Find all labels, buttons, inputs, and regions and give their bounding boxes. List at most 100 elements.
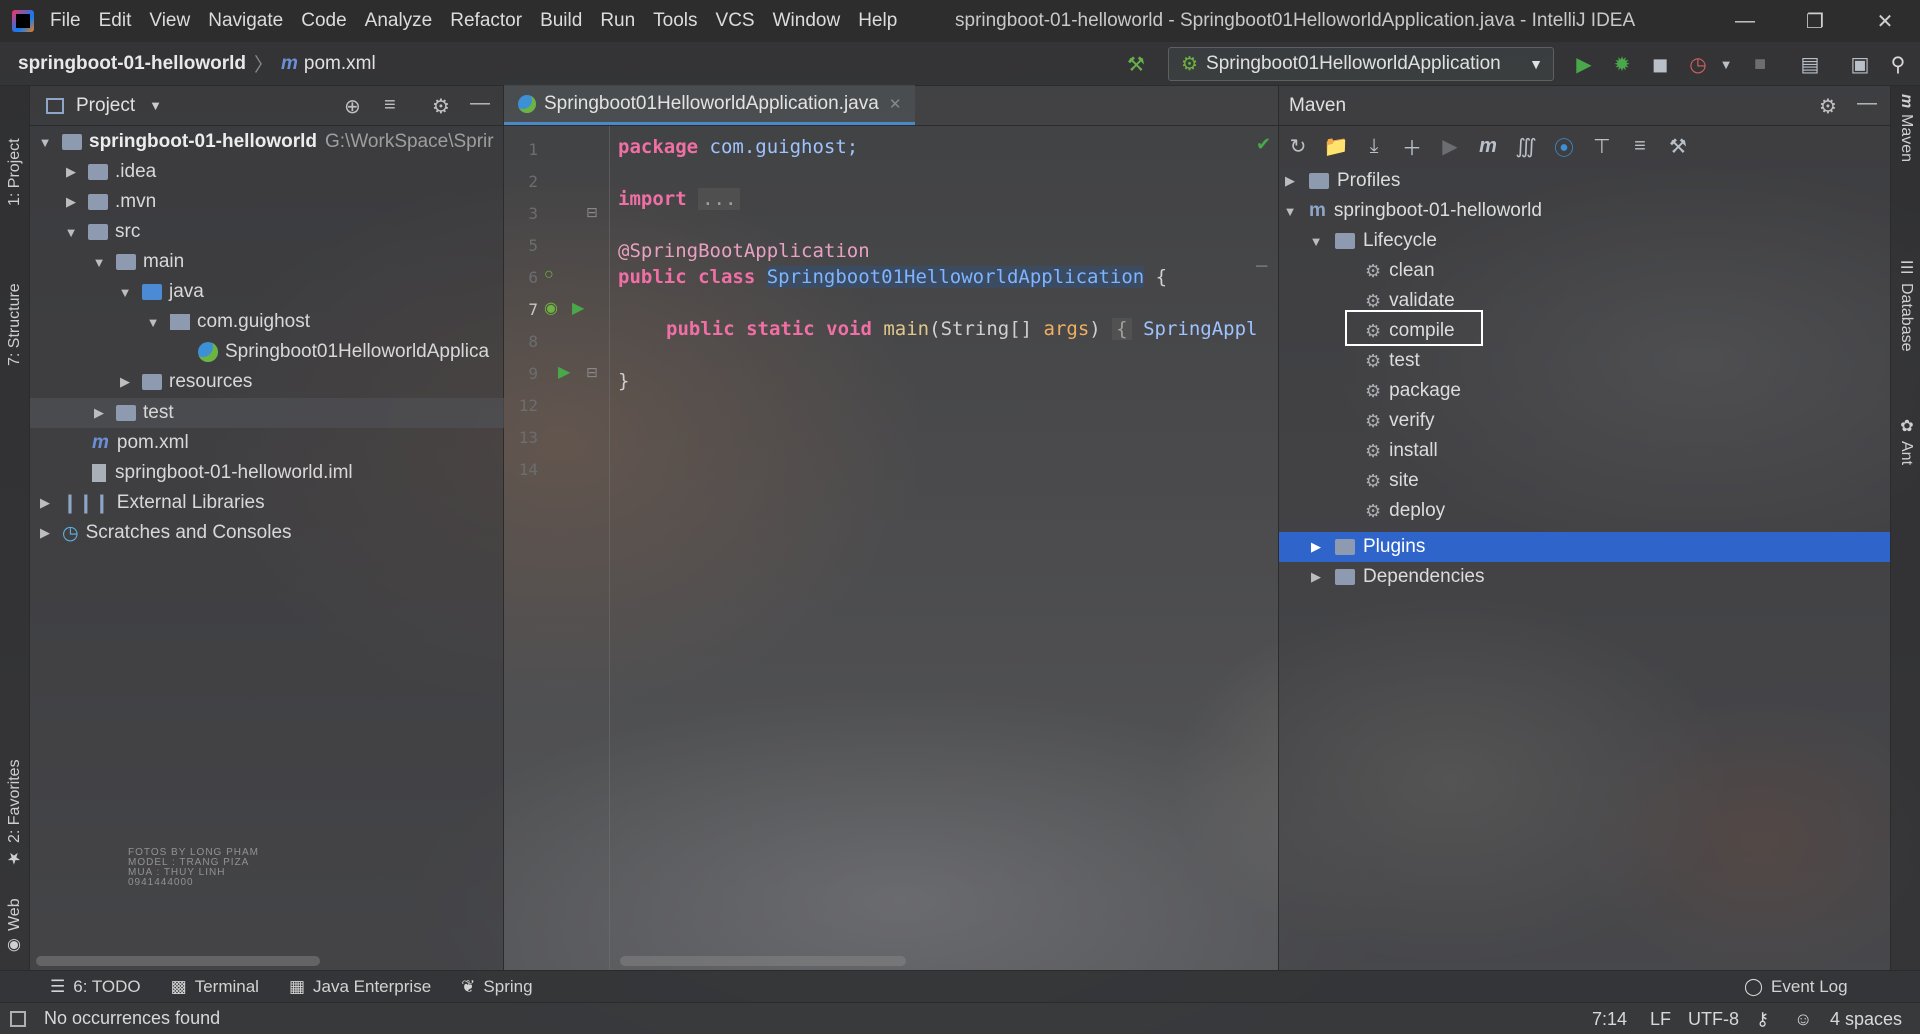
- menu-file[interactable]: File: [50, 10, 81, 32]
- close-tab-icon[interactable]: ✕: [889, 95, 902, 113]
- maven-goal-verify[interactable]: ⚙ verify: [1365, 406, 1435, 436]
- expand-arrow-icon[interactable]: ▼: [38, 135, 52, 150]
- fold-icon[interactable]: ⊟: [586, 364, 598, 381]
- maven-tree-dependencies[interactable]: ▶ Dependencies: [1309, 562, 1484, 592]
- menu-help[interactable]: Help: [858, 10, 897, 32]
- tab-ant[interactable]: ✿ Ant: [1894, 416, 1918, 486]
- tree-item-scratches[interactable]: ▶ ◷ Scratches and Consoles: [38, 518, 292, 548]
- expand-arrow-icon[interactable]: ▶: [38, 495, 52, 511]
- run-maven-build-icon[interactable]: ▶: [1431, 130, 1469, 162]
- tab-web[interactable]: ◉ Web: [3, 886, 27, 956]
- expand-arrow-icon[interactable]: ▼: [1283, 204, 1297, 219]
- code-line-6[interactable]: @SpringBootApplication: [618, 240, 870, 262]
- fold-icon[interactable]: ⊟: [586, 204, 598, 221]
- maven-goal-test[interactable]: ⚙ test: [1365, 346, 1420, 376]
- menu-run[interactable]: Run: [600, 10, 635, 32]
- coverage-icon[interactable]: ◼: [1646, 50, 1674, 78]
- terminal-window-icon[interactable]: ▣: [1846, 50, 1874, 78]
- hide-panel-icon[interactable]: —: [470, 92, 490, 115]
- editor-tab-application[interactable]: Springboot01HelloworldApplication.java ✕: [504, 85, 916, 125]
- gear-icon[interactable]: ⚙: [1819, 94, 1837, 119]
- code-line-3[interactable]: import ...: [618, 188, 741, 210]
- menu-code[interactable]: Code: [301, 10, 346, 32]
- lock-icon[interactable]: ⚷: [1756, 1003, 1769, 1034]
- tree-item-src[interactable]: ▼ src: [64, 217, 141, 247]
- expand-arrow-icon[interactable]: ▶: [1309, 569, 1323, 585]
- tree-item-pom[interactable]: m pom.xml: [92, 428, 189, 458]
- close-icon[interactable]: ✕: [1850, 0, 1920, 42]
- menu-build[interactable]: Build: [540, 10, 582, 32]
- tool-terminal[interactable]: ▩ Terminal: [171, 977, 259, 997]
- tool-todo[interactable]: ☰ 6: TODO: [50, 977, 141, 997]
- project-horizontal-scrollbar[interactable]: [36, 956, 320, 966]
- maven-goal-site[interactable]: ⚙ site: [1365, 466, 1419, 496]
- expand-arrow-icon[interactable]: ▼: [146, 315, 160, 330]
- tree-item-package[interactable]: ▼ com.guighost: [146, 307, 310, 337]
- tool-event-log[interactable]: ◯ Event Log: [1744, 977, 1848, 997]
- wrench-icon[interactable]: ⚒: [1659, 130, 1697, 162]
- project-view-title[interactable]: Project: [76, 95, 135, 117]
- menu-vcs[interactable]: VCS: [716, 10, 755, 32]
- expand-arrow-icon[interactable]: ▼: [1309, 234, 1323, 249]
- line-separator[interactable]: LF: [1650, 1003, 1671, 1034]
- tree-item-test[interactable]: ▶ test: [92, 398, 174, 428]
- execute-maven-goal-icon[interactable]: m: [1469, 130, 1507, 162]
- expand-arrow-icon[interactable]: ▶: [1283, 173, 1297, 189]
- generate-sources-icon[interactable]: 📁: [1317, 130, 1355, 162]
- tab-project[interactable]: 1: Project: [3, 96, 27, 206]
- expand-arrow-icon[interactable]: ▼: [64, 225, 78, 240]
- tab-database[interactable]: ☰ Database: [1894, 258, 1918, 378]
- tool-windows-toggle-icon[interactable]: [10, 1010, 26, 1027]
- expand-arrow-icon[interactable]: ▼: [92, 255, 106, 270]
- maven-goal-package[interactable]: ⚙ package: [1365, 376, 1461, 406]
- expand-arrow-icon[interactable]: ▶: [118, 374, 132, 390]
- chevron-down-icon[interactable]: ▼: [149, 98, 162, 113]
- toggle-offline-icon[interactable]: ∭: [1507, 130, 1545, 162]
- project-structure-icon[interactable]: ▤: [1796, 50, 1824, 78]
- expand-arrow-icon[interactable]: ▼: [118, 285, 132, 300]
- maven-tree-profiles[interactable]: ▶ Profiles: [1283, 166, 1400, 196]
- restore-icon[interactable]: ❐: [1780, 0, 1850, 42]
- debug-icon[interactable]: ✹: [1608, 50, 1636, 78]
- tab-structure[interactable]: 7: Structure: [3, 226, 27, 366]
- add-icon[interactable]: ＋: [1393, 130, 1431, 162]
- menu-refactor[interactable]: Refactor: [450, 10, 522, 32]
- hide-panel-icon[interactable]: —: [1857, 92, 1877, 115]
- code-line-13[interactable]: }: [618, 370, 629, 392]
- run-icon[interactable]: ▶: [1570, 50, 1598, 78]
- reload-icon[interactable]: ↻: [1279, 130, 1317, 162]
- gear-icon[interactable]: ⚙: [432, 94, 450, 119]
- menu-navigate[interactable]: Navigate: [208, 10, 283, 32]
- tool-spring[interactable]: ❦ Spring: [461, 977, 532, 997]
- menu-window[interactable]: Window: [773, 10, 841, 32]
- code-line-9[interactable]: public static void main(String[] args) {…: [666, 318, 1257, 340]
- indent-setting[interactable]: 4 spaces: [1830, 1003, 1902, 1034]
- tree-item-application-class[interactable]: Springboot01HelloworldApplica: [198, 337, 489, 367]
- spring-bean-gutter-icon[interactable]: ○: [544, 266, 554, 284]
- maven-tree-lifecycle[interactable]: ▼ Lifecycle: [1309, 226, 1437, 256]
- build-hammer-icon[interactable]: ⚒: [1122, 50, 1150, 78]
- run-main-gutter-icon[interactable]: ▶: [558, 362, 570, 382]
- folded-imports[interactable]: ...: [698, 188, 741, 210]
- tree-item-resources[interactable]: ▶ resources: [118, 367, 252, 397]
- menu-tools[interactable]: Tools: [653, 10, 697, 32]
- expand-arrow-icon[interactable]: ▶: [38, 525, 52, 541]
- file-encoding[interactable]: UTF-8: [1688, 1003, 1739, 1034]
- locate-icon[interactable]: ⊕: [344, 94, 361, 119]
- maven-tree-plugins[interactable]: ▶ Plugins: [1309, 532, 1425, 562]
- tab-favorites[interactable]: ★ 2: Favorites: [3, 748, 27, 868]
- expand-arrow-icon[interactable]: ▶: [64, 194, 78, 210]
- breadcrumb-file[interactable]: pom.xml: [304, 53, 376, 75]
- tree-item-main[interactable]: ▼ main: [92, 247, 185, 277]
- tree-item-iml[interactable]: springboot-01-helloworld.iml: [92, 458, 353, 488]
- tab-maven[interactable]: m Maven: [1894, 94, 1918, 194]
- caret-position[interactable]: 7:14: [1592, 1003, 1627, 1034]
- menu-view[interactable]: View: [149, 10, 190, 32]
- collapse-all-icon[interactable]: ≡: [384, 94, 396, 117]
- folded-method-body[interactable]: {: [1112, 318, 1132, 340]
- inspector-icon[interactable]: ☺: [1794, 1003, 1812, 1034]
- code-line-7[interactable]: public class Springboot01HelloworldAppli…: [618, 266, 1167, 288]
- run-configuration-select[interactable]: ⚙ Springboot01HelloworldApplication ▼: [1168, 47, 1554, 81]
- editor-horizontal-scrollbar[interactable]: [620, 956, 906, 966]
- tree-item-external-libraries[interactable]: ▶ ❙❙❙ External Libraries: [38, 488, 265, 518]
